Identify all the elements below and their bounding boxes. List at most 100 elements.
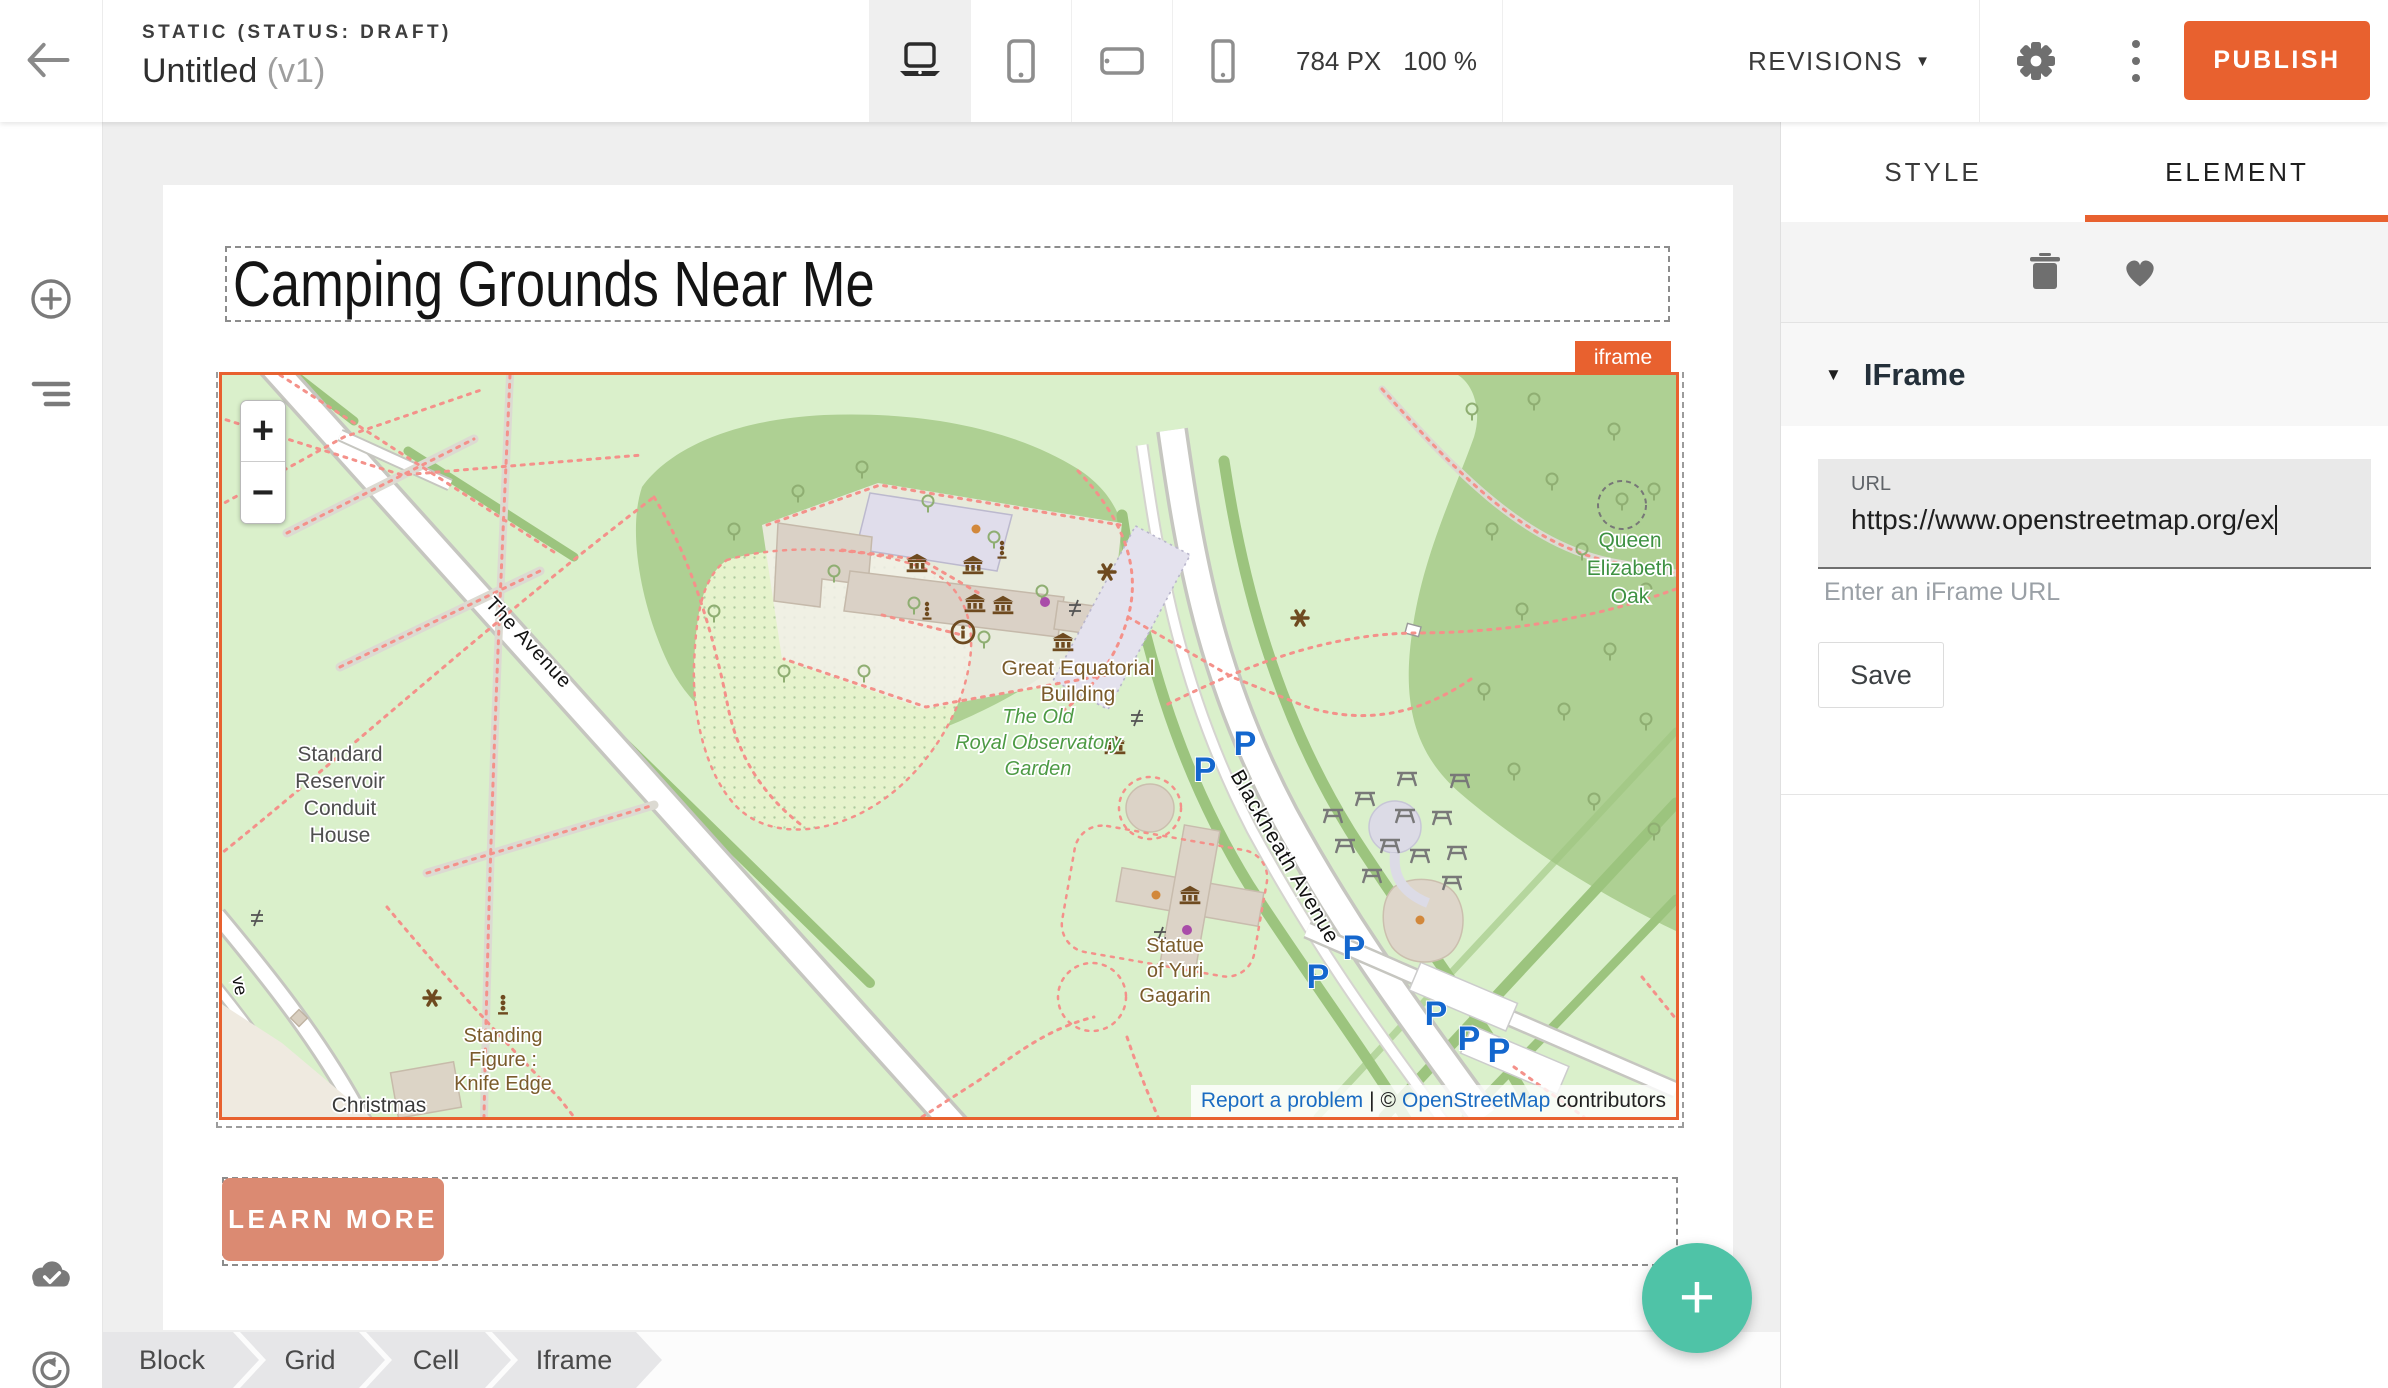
svg-text:Great Equatorial: Great Equatorial: [1002, 657, 1155, 680]
map-attribution: Report a problem | © OpenStreetMap contr…: [1191, 1085, 1676, 1117]
page-builder-app: STATIC (STATUS: DRAFT) Untitled (v1): [0, 0, 2388, 1388]
svg-text:Royal Observatory: Royal Observatory: [955, 732, 1122, 754]
breadcrumb-label: Iframe: [536, 1345, 613, 1375]
learn-more-button[interactable]: LEARN MORE: [222, 1178, 444, 1261]
svg-text:Oak: Oak: [1611, 585, 1650, 608]
device-mobile-button[interactable]: [1172, 0, 1273, 122]
title-block[interactable]: Camping Grounds Near Me: [225, 246, 1670, 322]
iframe-settings-card: URL https://www.openstreetmap.org/ex Ent…: [1781, 426, 2388, 795]
add-element-fab[interactable]: +: [1642, 1243, 1752, 1353]
element-breadcrumb-bar: Block Grid Cell Iframe: [102, 1332, 1780, 1388]
publish-button[interactable]: PUBLISH: [2184, 21, 2370, 100]
report-problem-link[interactable]: Report a problem: [1201, 1089, 1363, 1113]
map-zoom-control: + −: [240, 400, 286, 524]
revisions-label: REVISIONS: [1748, 46, 1903, 77]
gear-icon: [2013, 38, 2059, 84]
svg-text:P: P: [1234, 725, 1257, 763]
svg-text:Figure :: Figure :: [469, 1049, 537, 1071]
list-lines-icon: [29, 379, 73, 409]
plus-circle-icon: [28, 276, 74, 322]
laptop-icon: [898, 41, 942, 81]
tab-style[interactable]: STYLE: [1781, 122, 2085, 222]
svg-text:ve: ve: [228, 974, 252, 997]
save-status-button[interactable]: [17, 1242, 85, 1310]
layers-button[interactable]: [17, 360, 85, 428]
element-actions-row: [1781, 222, 2388, 322]
svg-text:P: P: [1425, 995, 1448, 1033]
svg-text:P: P: [1343, 929, 1366, 967]
tablet-landscape-icon: [1100, 45, 1144, 77]
phone-icon: [1208, 39, 1238, 83]
attribution-divider: |: [1369, 1089, 1374, 1113]
undo-icon: [28, 1347, 74, 1388]
svg-text:Queen: Queen: [1598, 529, 1661, 552]
iframe-section-header[interactable]: ▼ IFrame: [1781, 322, 2388, 427]
svg-text:Reservoir: Reservoir: [295, 770, 385, 793]
trash-icon: [2027, 253, 2063, 291]
svg-text:Knife Edge: Knife Edge: [454, 1073, 552, 1095]
svg-text:of Yuri: of Yuri: [1147, 960, 1203, 982]
back-arrow-icon: [22, 38, 74, 82]
svg-text:Statue: Statue: [1146, 935, 1204, 957]
section-collapse-caret-icon: ▼: [1825, 365, 1842, 385]
properties-panel: STYLE ELEMENT ▼ IFrame: [1780, 122, 2388, 1388]
tab-element[interactable]: ELEMENT: [2085, 122, 2388, 222]
svg-text:P: P: [1194, 751, 1217, 789]
svg-text:P: P: [1488, 1032, 1511, 1070]
iframe-url-field[interactable]: URL https://www.openstreetmap.org/ex: [1818, 459, 2371, 569]
divider: [102, 0, 103, 122]
viewport-width: 784 PX: [1296, 46, 1381, 77]
openstreetmap-link[interactable]: OpenStreetMap: [1402, 1089, 1550, 1113]
svg-text:Standing: Standing: [464, 1025, 543, 1047]
url-field-label: URL: [1851, 473, 2371, 496]
tablet-portrait-icon: [1001, 39, 1041, 83]
revisions-dropdown[interactable]: REVISIONS ▼: [1742, 0, 1937, 122]
breadcrumb-label: Cell: [413, 1345, 460, 1375]
document-status: STATIC (STATUS: DRAFT): [142, 22, 452, 44]
openstreetmap-embed[interactable]: P P P P P P P The Avenue Blackheath Aven…: [222, 375, 1676, 1117]
svg-text:Garden: Garden: [1005, 758, 1072, 780]
back-button[interactable]: [16, 30, 78, 92]
device-tablet-button[interactable]: [970, 0, 1071, 122]
copyright-symbol: ©: [1381, 1089, 1396, 1113]
url-helper-text: Enter an iFrame URL: [1824, 578, 2060, 607]
chevron-down-icon: ▼: [1915, 53, 1931, 70]
svg-text:House: House: [310, 824, 371, 847]
top-toolbar: STATIC (STATUS: DRAFT) Untitled (v1): [0, 0, 2388, 122]
device-landscape-button[interactable]: [1071, 0, 1172, 122]
section-title: IFrame: [1864, 357, 1966, 393]
svg-text:P: P: [1458, 1020, 1481, 1058]
favorite-element-button[interactable]: [2114, 246, 2166, 298]
map-zoom-out-button[interactable]: −: [241, 462, 285, 523]
heart-icon: [2121, 255, 2159, 289]
settings-button[interactable]: [2004, 0, 2068, 122]
breadcrumb-label: Grid: [284, 1345, 335, 1375]
breadcrumb-label: Block: [139, 1345, 206, 1375]
zoom-level: 100 %: [1403, 46, 1477, 77]
svg-text:P: P: [1307, 958, 1330, 996]
save-button[interactable]: Save: [1818, 642, 1944, 708]
svg-text:The Old: The Old: [1002, 706, 1074, 728]
iframe-element[interactable]: P P P P P P P The Avenue Blackheath Aven…: [219, 372, 1679, 1120]
url-field-value: https://www.openstreetmap.org/ex: [1851, 504, 2356, 536]
svg-text:Christmas: Christmas: [332, 1094, 427, 1117]
map-zoom-in-button[interactable]: +: [241, 401, 285, 462]
left-tool-rail: [0, 122, 103, 1388]
device-desktop-button[interactable]: [869, 0, 970, 122]
document-info: STATIC (STATUS: DRAFT) Untitled (v1): [142, 22, 452, 91]
divider: [1979, 0, 1980, 122]
viewport-info: 784 PX 100 %: [1271, 0, 1503, 122]
undo-button[interactable]: [17, 1336, 85, 1388]
page-title: Camping Grounds Near Me: [233, 247, 875, 321]
panel-tabs: STYLE ELEMENT: [1781, 122, 2388, 223]
svg-text:Elizabeth: Elizabeth: [1587, 557, 1673, 580]
delete-element-button[interactable]: [2019, 246, 2071, 298]
more-options-button[interactable]: [2104, 0, 2168, 122]
svg-text:Conduit: Conduit: [304, 797, 377, 820]
device-preview-group: [869, 0, 1273, 122]
iframe-element-tag: iframe: [1575, 341, 1671, 375]
add-content-button[interactable]: [17, 265, 85, 333]
svg-text:Building: Building: [1041, 683, 1116, 706]
document-title: Untitled (v1): [142, 52, 452, 91]
cloud-check-icon: [28, 1259, 74, 1293]
